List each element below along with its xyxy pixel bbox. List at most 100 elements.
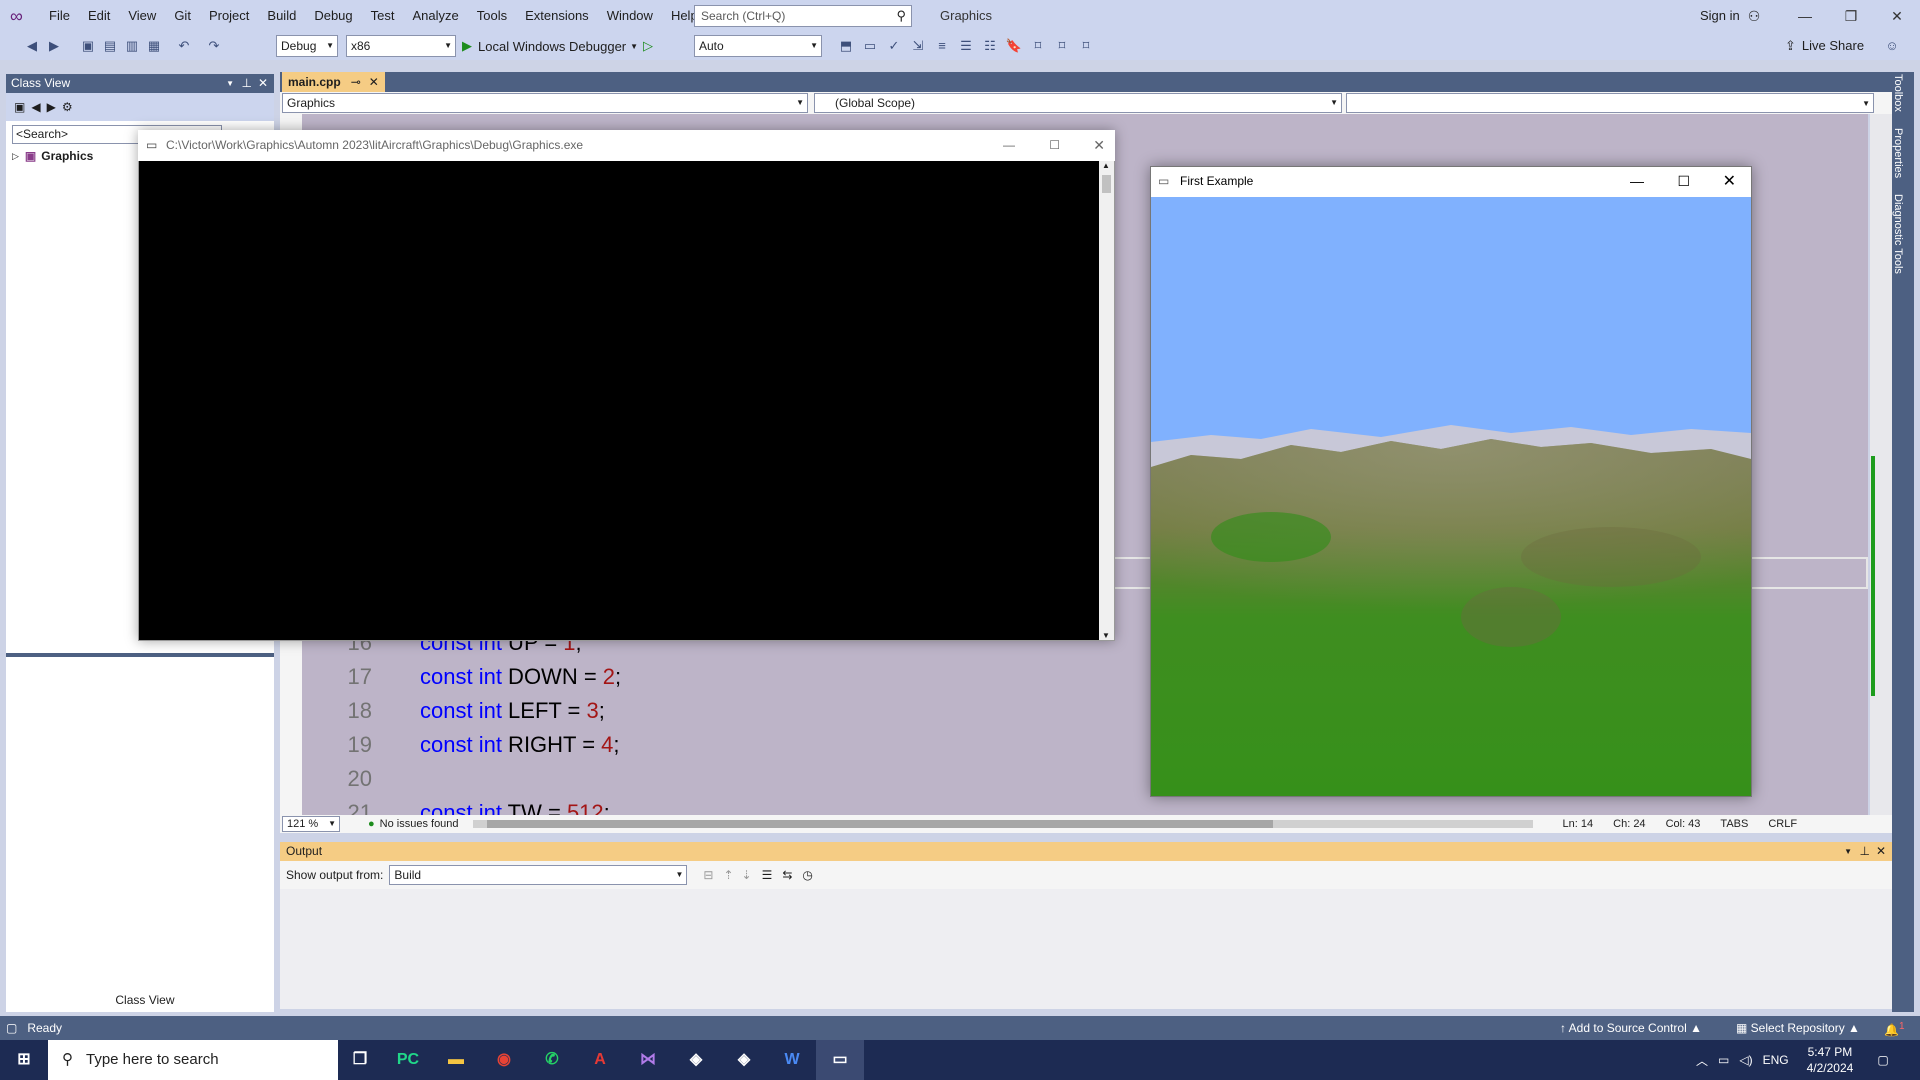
scroll-up-icon[interactable]: ▲	[1102, 161, 1110, 170]
next-bookmark-icon[interactable]: ⌑	[1052, 36, 1072, 56]
console-output[interactable]	[139, 161, 1099, 640]
diagnostic-tools-tab[interactable]: Diagnostic Tools	[1892, 194, 1904, 274]
close-icon[interactable]: ✕	[1876, 842, 1886, 861]
maximize-button[interactable]: ☐	[1677, 166, 1690, 197]
spell-icon[interactable]: ✓	[884, 36, 904, 56]
feedback-icon[interactable]: ☺	[1882, 36, 1902, 56]
tab-class-view[interactable]: Class View	[109, 990, 181, 1010]
menu-build[interactable]: Build	[258, 0, 305, 32]
clock-icon[interactable]: ◷	[802, 868, 812, 882]
editor-vertical-scrollbar[interactable]	[1870, 114, 1892, 815]
undo-icon[interactable]: ↶	[174, 36, 194, 56]
auto-dropdown[interactable]: Auto ▼	[694, 35, 822, 57]
menu-extensions[interactable]: Extensions	[516, 0, 598, 32]
sign-in-button[interactable]: Sign in ⚇	[1700, 0, 1760, 32]
chrome-icon[interactable]: ◉	[480, 1040, 528, 1080]
unity-hub-icon[interactable]: ◈	[720, 1040, 768, 1080]
search-input[interactable]: Search (Ctrl+Q) ⚲	[694, 5, 912, 27]
scroll-down-icon[interactable]: ▼	[1102, 631, 1110, 640]
char-indicator[interactable]: Ch: 24	[1613, 815, 1645, 833]
network-icon[interactable]: ▭	[1718, 1053, 1729, 1067]
language-indicator[interactable]: ENG	[1763, 1053, 1789, 1067]
output-source-dropdown[interactable]: Build ▼	[389, 865, 688, 885]
menu-file[interactable]: File	[40, 0, 79, 32]
minimize-button[interactable]: —	[1003, 130, 1015, 161]
tree-item-graphics[interactable]: ▷ ▣ Graphics	[12, 149, 93, 163]
forward-icon[interactable]: ▶	[44, 36, 64, 56]
pin-icon[interactable]: ⊥	[242, 74, 252, 93]
tab-main-cpp[interactable]: main.cpp ⊸ ✕	[282, 72, 385, 92]
console-app-icon[interactable]: ▭	[816, 1040, 864, 1080]
properties-tab[interactable]: Properties	[1892, 128, 1904, 178]
close-icon[interactable]: ✕	[258, 74, 268, 93]
menu-git[interactable]: Git	[165, 0, 200, 32]
tray-chevron-icon[interactable]: ︿	[1696, 1052, 1708, 1069]
file-explorer-icon[interactable]: ▬	[432, 1040, 480, 1080]
menu-tools[interactable]: Tools	[468, 0, 516, 32]
notifications-bell-icon[interactable]: 🔔1	[1884, 1015, 1905, 1042]
zoom-dropdown[interactable]: 121 % ▼	[282, 816, 340, 832]
console-scrollbar[interactable]: ▲ ▼	[1099, 161, 1114, 640]
settings-gear-icon[interactable]: ⚙	[62, 100, 73, 114]
menu-project[interactable]: Project	[200, 0, 258, 32]
issues-status[interactable]: No issues found	[380, 815, 459, 833]
browse-icon[interactable]: ⬒	[836, 36, 856, 56]
member-dropdown[interactable]: ▼	[1346, 93, 1874, 113]
redo-icon[interactable]: ↷	[204, 36, 224, 56]
column-indicator[interactable]: Col: 43	[1666, 815, 1701, 833]
project-dropdown[interactable]: Graphics ▼	[282, 93, 808, 113]
menu-analyze[interactable]: Analyze	[403, 0, 467, 32]
close-button[interactable]: ✕	[1093, 130, 1105, 161]
source-control-button[interactable]: ↑ Add to Source Control ▲	[1560, 1016, 1702, 1040]
output-pane[interactable]	[280, 889, 1892, 1009]
menu-test[interactable]: Test	[362, 0, 404, 32]
format-icon[interactable]: ≡	[932, 36, 952, 56]
windows-start-icon[interactable]: ⊞	[0, 1040, 48, 1080]
step-icon[interactable]: ⇲	[908, 36, 928, 56]
terrain-render-viewport[interactable]	[1151, 197, 1751, 796]
chevron-down-icon[interactable]: ▼	[1844, 842, 1852, 861]
next-message-icon[interactable]: ⇣	[742, 868, 752, 882]
new-project-icon[interactable]: ▣	[78, 36, 98, 56]
layout-icon[interactable]: ▭	[860, 36, 880, 56]
bookmark-icon[interactable]: 🔖	[1004, 36, 1024, 56]
start-debugger-button[interactable]: ▶ Local Windows Debugger ▼	[462, 35, 638, 57]
toolbox-tab[interactable]: Toolbox	[1892, 74, 1904, 112]
clock[interactable]: 5:47 PM 4/2/2024	[1807, 1044, 1854, 1076]
close-button[interactable]: ✕	[1723, 166, 1736, 197]
menu-view[interactable]: View	[119, 0, 165, 32]
maximize-button[interactable]: ☐	[1049, 130, 1060, 161]
back-icon[interactable]: ◀	[31, 100, 40, 114]
live-share-button[interactable]: ⇪ Live Share	[1785, 32, 1864, 60]
pycharm-icon[interactable]: PC	[384, 1040, 432, 1080]
minimize-button[interactable]: —	[1630, 166, 1644, 197]
select-repository-button[interactable]: ▦ Select Repository ▲	[1736, 1016, 1860, 1040]
clear-bookmarks-icon[interactable]: ⌑	[1076, 36, 1096, 56]
tabs-indicator[interactable]: TABS	[1720, 815, 1748, 833]
word-wrap-icon[interactable]: ⇆	[782, 868, 792, 882]
clear-all-icon[interactable]: ☰	[762, 868, 773, 882]
uncomment-icon[interactable]: ☷	[980, 36, 1000, 56]
visual-studio-icon[interactable]: ⋈	[624, 1040, 672, 1080]
panel-splitter[interactable]	[6, 653, 274, 657]
whatsapp-icon[interactable]: ✆	[528, 1040, 576, 1080]
restore-button[interactable]: ❐	[1828, 0, 1874, 32]
close-button[interactable]: ✕	[1874, 0, 1920, 32]
save-all-icon[interactable]: ▦	[144, 36, 164, 56]
word-icon[interactable]: W	[768, 1040, 816, 1080]
new-folder-icon[interactable]: ▣	[14, 100, 25, 114]
volume-icon[interactable]: ◁)	[1739, 1053, 1752, 1067]
menu-window[interactable]: Window	[598, 0, 662, 32]
notification-center-icon[interactable]: ▢	[1877, 1053, 1888, 1067]
comment-icon[interactable]: ☰	[956, 36, 976, 56]
find-message-icon[interactable]: ⊟	[703, 868, 713, 882]
pin-icon[interactable]: ⊸	[351, 72, 361, 92]
menu-debug[interactable]: Debug	[305, 0, 361, 32]
platform-dropdown[interactable]: x86 ▼	[346, 35, 456, 57]
save-icon[interactable]: ▥	[122, 36, 142, 56]
acrobat-icon[interactable]: A	[576, 1040, 624, 1080]
unity-icon[interactable]: ◈	[672, 1040, 720, 1080]
chevron-down-icon[interactable]: ▼	[226, 74, 234, 93]
eol-indicator[interactable]: CRLF	[1768, 815, 1797, 833]
back-icon[interactable]: ◀	[22, 36, 42, 56]
